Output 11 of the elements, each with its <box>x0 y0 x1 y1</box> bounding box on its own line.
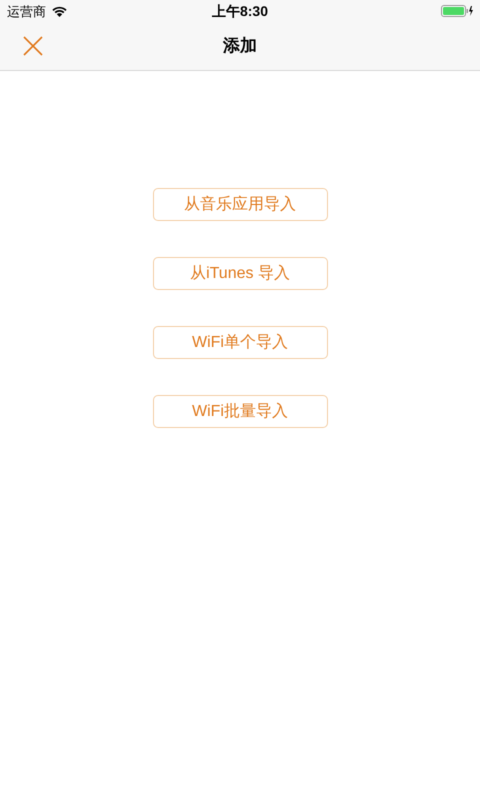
wifi-icon <box>52 6 67 16</box>
close-button[interactable] <box>22 35 44 57</box>
page-title: 添加 <box>223 35 257 58</box>
import-button[interactable]: WiFi单个导入 <box>152 326 328 359</box>
import-button[interactable]: WiFi批量导入 <box>152 395 328 428</box>
import-button[interactable]: 从iTunes 导入 <box>152 257 328 290</box>
battery-icon <box>441 5 473 17</box>
status-time: 上午8:30 <box>212 4 268 18</box>
close-icon <box>23 36 43 56</box>
import-button[interactable]: 从音乐应用导入 <box>152 188 328 221</box>
carrier-name: 运营商 <box>7 4 46 18</box>
